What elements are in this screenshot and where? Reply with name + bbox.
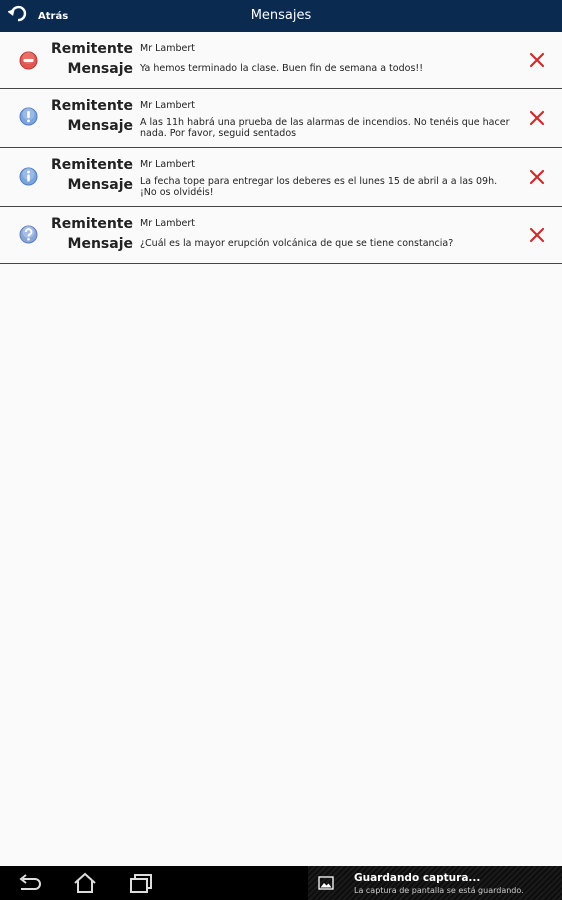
nav-back-icon[interactable] (15, 871, 43, 895)
message-label: Mensaje (67, 61, 133, 77)
message-text: La fecha tope para entregar los deberes … (140, 176, 498, 198)
message-list: Remitente Mr Lambert Mensaje Ya hemos te… (0, 32, 562, 264)
delete-icon[interactable] (527, 50, 547, 70)
message-text: Ya hemos terminado la clase. Buen fin de… (140, 63, 424, 74)
delete-icon[interactable] (527, 108, 547, 128)
sender-value: Mr Lambert (140, 159, 195, 170)
system-navigation-bar: Guardando captura... La captura de panta… (0, 866, 562, 900)
message-label: Mensaje (67, 236, 133, 252)
image-icon (318, 875, 334, 891)
nav-home-icon[interactable] (71, 871, 99, 895)
delete-icon[interactable] (527, 167, 547, 187)
sender-label: Remitente (50, 216, 133, 232)
sender-label: Remitente (50, 98, 133, 114)
message-text: ¿Cuál es la mayor erupción volcánica de … (140, 238, 454, 249)
message-label: Mensaje (67, 177, 133, 193)
screenshot-notification[interactable]: Guardando captura... La captura de panta… (308, 866, 562, 900)
notification-text: La captura de pantalla se está guardando… (354, 886, 524, 895)
sender-value: Mr Lambert (140, 218, 195, 229)
message-row: Remitente Mr Lambert Mensaje Ya hemos te… (0, 32, 562, 89)
sender-label: Remitente (50, 41, 133, 57)
page-title: Mensajes (250, 8, 312, 23)
message-label: Mensaje (67, 118, 133, 134)
message-row: Remitente Mr Lambert Mensaje La fecha to… (0, 148, 562, 207)
sender-value: Mr Lambert (140, 43, 195, 54)
notification-title: Guardando captura... (354, 872, 481, 884)
sender-label: Remitente (50, 157, 133, 173)
message-text: A las 11h habrá una prueba de las alarma… (140, 117, 510, 139)
message-row: Remitente Mr Lambert Mensaje A las 11h h… (0, 89, 562, 148)
action-bar: Atrás Mensajes (0, 0, 562, 32)
nav-recent-apps-icon[interactable] (127, 871, 155, 895)
sender-value: Mr Lambert (140, 100, 195, 111)
message-row: Remitente Mr Lambert Mensaje ¿Cuál es la… (0, 207, 562, 264)
delete-icon[interactable] (527, 225, 547, 245)
